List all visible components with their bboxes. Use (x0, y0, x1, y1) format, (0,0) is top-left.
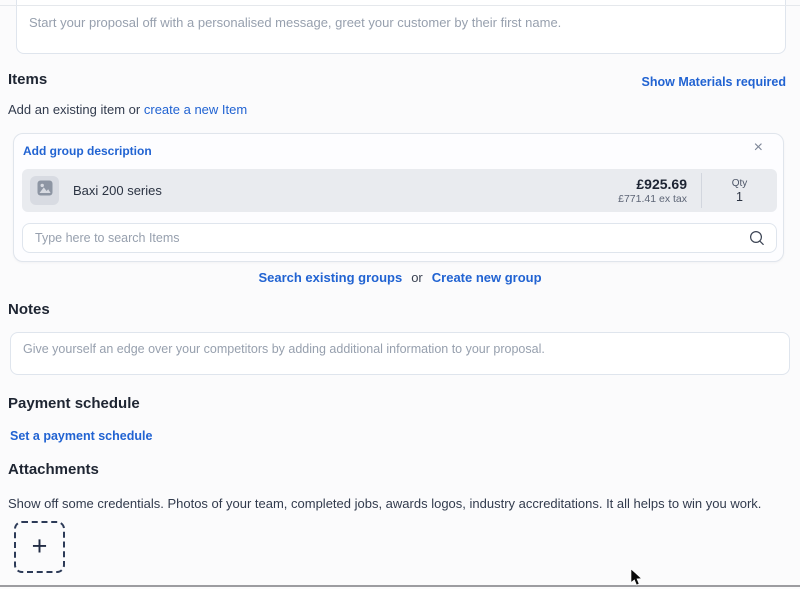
create-new-item-link[interactable]: create a new Item (144, 102, 247, 117)
add-item-text: Add an existing item or (8, 102, 144, 117)
image-placeholder-icon (37, 180, 53, 201)
payment-schedule-title: Payment schedule (8, 395, 140, 412)
create-new-group-link[interactable]: Create new group (432, 270, 542, 285)
qty-value: 1 (702, 190, 777, 204)
item-thumbnail (30, 176, 59, 205)
set-payment-schedule-link[interactable]: Set a payment schedule (10, 429, 152, 443)
notes-section-title: Notes (8, 301, 50, 318)
group-actions-row: Search existing groups or Create new group (0, 270, 800, 285)
top-divider (0, 5, 800, 6)
attachments-description: Show off some credentials. Photos of you… (8, 496, 761, 511)
bottom-border (0, 585, 800, 587)
or-text: or (411, 270, 423, 285)
close-icon[interactable]: × (754, 140, 763, 156)
proposal-message-textarea[interactable] (16, 0, 786, 54)
items-section-title: Items (8, 71, 47, 88)
add-group-description-link[interactable]: Add group description (23, 144, 152, 158)
plus-icon: + (32, 533, 48, 560)
search-existing-groups-link[interactable]: Search existing groups (258, 270, 402, 285)
proposal-editor: Items Show Materials required Add an exi… (0, 0, 800, 589)
item-search-input[interactable] (22, 223, 777, 253)
item-qty-cell[interactable]: Qty 1 (702, 178, 777, 204)
item-row[interactable]: Baxi 200 series £925.69 £771.41 ex tax Q… (22, 169, 777, 212)
show-materials-link[interactable]: Show Materials required (642, 75, 786, 89)
attachments-section-title: Attachments (8, 461, 99, 478)
add-attachment-button[interactable]: + (14, 521, 65, 573)
item-group-card: Add group description × Baxi 200 series … (13, 133, 784, 262)
item-price-block: £925.69 £771.41 ex tax (618, 176, 701, 205)
item-price: £925.69 (618, 176, 687, 192)
add-item-line: Add an existing item or create a new Ite… (8, 102, 247, 117)
item-search-wrap (22, 223, 777, 253)
qty-label: Qty (702, 178, 777, 189)
item-price-ex-tax: £771.41 ex tax (618, 193, 687, 205)
notes-textarea[interactable] (10, 332, 790, 375)
item-name: Baxi 200 series (73, 183, 162, 198)
